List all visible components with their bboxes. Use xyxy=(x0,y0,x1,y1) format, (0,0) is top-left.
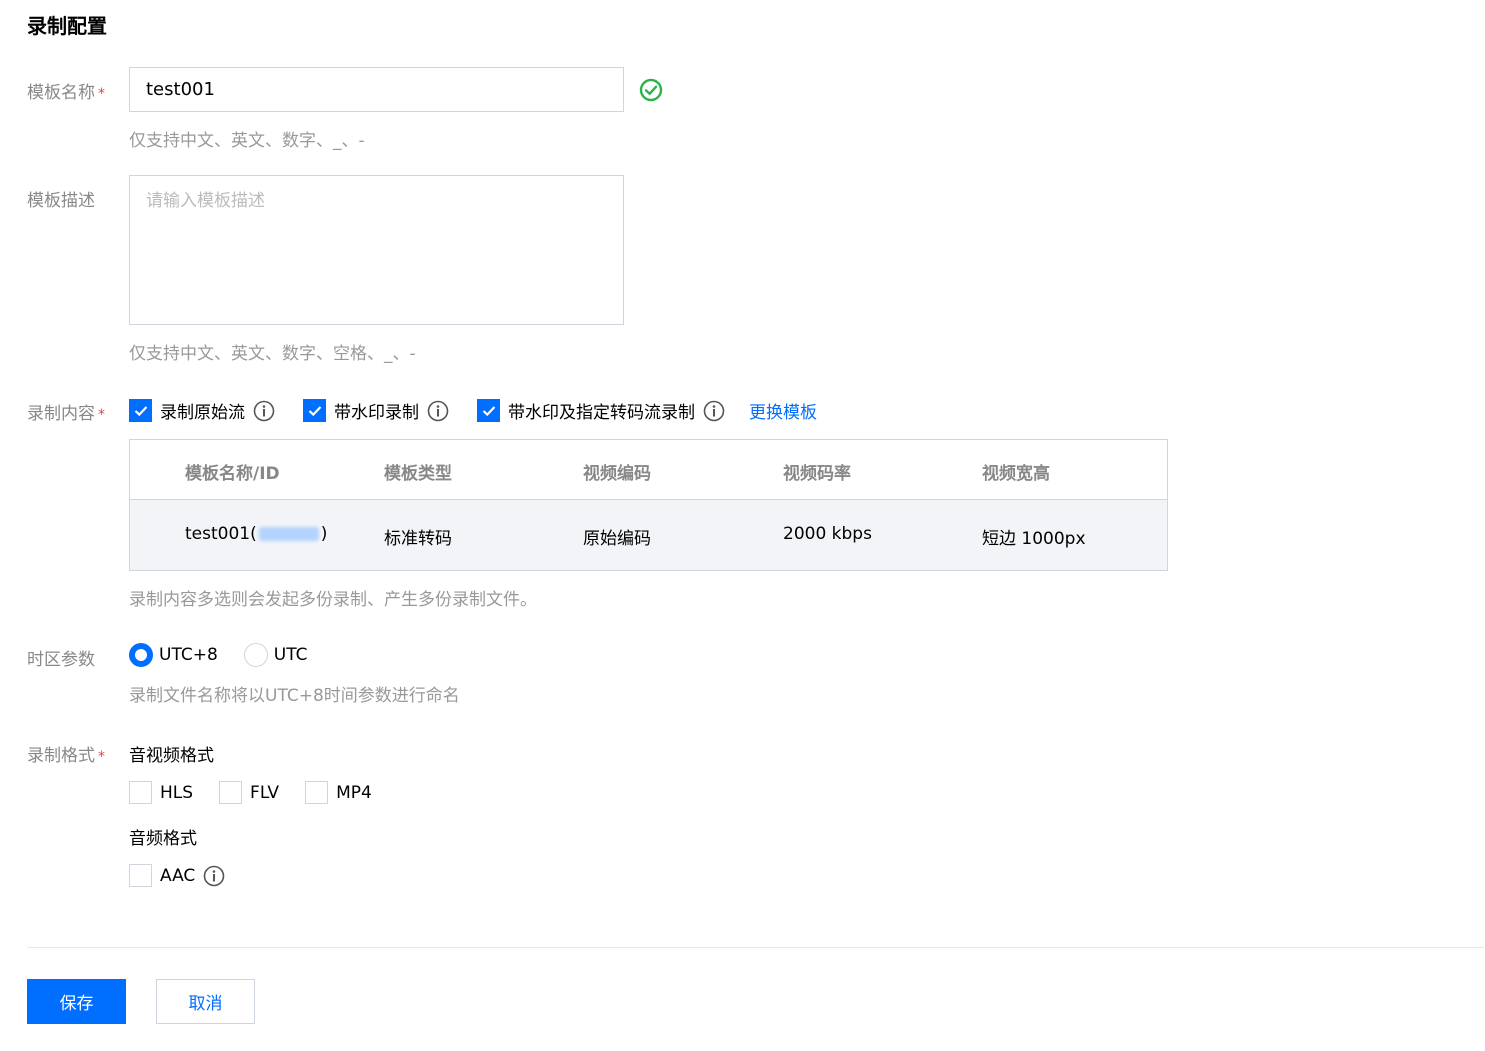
template-name-label: 模板名称 * xyxy=(27,83,105,103)
save-button[interactable]: 保存 xyxy=(27,979,126,1024)
checkbox-watermark-transcode[interactable]: 带水印及指定转码流录制 xyxy=(477,398,725,423)
required-mark: * xyxy=(98,407,105,423)
checkbox-checked-icon xyxy=(303,399,326,422)
checkbox-mp4[interactable]: MP4 xyxy=(305,781,372,804)
table-header-cell: 模板名称/ID xyxy=(185,464,280,484)
checkbox-unchecked-icon xyxy=(219,781,243,804)
radio-label: UTC+8 xyxy=(159,645,218,665)
table-cell: 2000 kbps xyxy=(783,524,872,544)
timezone-options: UTC+8 UTC xyxy=(129,643,333,667)
table-header-cell: 模板类型 xyxy=(384,464,452,484)
cancel-button[interactable]: 取消 xyxy=(156,979,255,1024)
table-header-cell: 视频编码 xyxy=(583,464,651,484)
checkbox-unchecked-icon xyxy=(129,781,152,804)
template-table: 模板名称/ID 模板类型 视频编码 视频码率 视频宽高 test001() 标准… xyxy=(129,439,1168,571)
audio-format-title: 音频格式 xyxy=(129,829,197,849)
av-format-options: HLS FLV MP4 xyxy=(129,781,400,804)
checkbox-flv[interactable]: FLV xyxy=(219,781,279,804)
checkbox-label: 带水印及指定转码流录制 xyxy=(508,403,695,423)
timezone-label: 时区参数 xyxy=(27,650,95,670)
template-name-input[interactable] xyxy=(129,67,624,112)
checkbox-aac[interactable]: AAC xyxy=(129,864,225,887)
checkbox-raw-stream[interactable]: 录制原始流 xyxy=(129,398,275,423)
record-content-label: 录制内容 * xyxy=(27,404,105,424)
table-cell: 原始编码 xyxy=(583,529,651,549)
radio-utc[interactable]: UTC xyxy=(243,643,308,667)
timezone-hint: 录制文件名称将以UTC+8时间参数进行命名 xyxy=(129,686,460,706)
radio-utc8[interactable]: UTC+8 xyxy=(129,643,218,667)
info-icon[interactable] xyxy=(427,400,449,422)
record-content-options: 录制原始流 带水印录制 带水印及指定转码流录制 更换模板 xyxy=(129,398,817,423)
table-cell: 短边 1000px xyxy=(982,529,1086,549)
checkbox-hls[interactable]: HLS xyxy=(129,781,193,804)
footer-divider xyxy=(27,947,1485,948)
checkbox-watermark[interactable]: 带水印录制 xyxy=(303,398,449,423)
checkbox-unchecked-icon xyxy=(129,864,152,887)
checkbox-label: MP4 xyxy=(336,782,372,803)
required-mark: * xyxy=(98,749,105,765)
page-title: 录制配置 xyxy=(27,14,107,38)
table-cell: 标准转码 xyxy=(384,529,452,549)
info-icon[interactable] xyxy=(253,400,275,422)
checkbox-checked-icon xyxy=(477,399,500,422)
checkbox-checked-icon xyxy=(129,399,152,422)
info-icon[interactable] xyxy=(203,865,225,887)
template-desc-label: 模板描述 xyxy=(27,191,95,211)
av-format-title: 音视频格式 xyxy=(129,746,214,766)
template-desc-textarea[interactable] xyxy=(129,175,624,325)
check-circle-icon xyxy=(639,78,663,102)
required-mark: * xyxy=(98,86,105,102)
checkbox-label: 录制原始流 xyxy=(160,403,245,423)
template-id-link[interactable]: test001() xyxy=(185,524,327,544)
checkbox-label: 带水印录制 xyxy=(334,403,419,423)
radio-label: UTC xyxy=(273,645,308,665)
change-template-link[interactable]: 更换模板 xyxy=(749,398,817,423)
table-header-cell: 视频码率 xyxy=(783,464,851,484)
checkbox-label: FLV xyxy=(250,782,280,803)
table-header-cell: 视频宽高 xyxy=(982,464,1050,484)
radio-checked-icon xyxy=(129,643,153,667)
record-format-label: 录制格式 * xyxy=(27,746,105,766)
info-icon[interactable] xyxy=(703,400,725,422)
redacted-id xyxy=(258,527,319,541)
checkbox-unchecked-icon xyxy=(305,781,329,804)
audio-format-options: AAC xyxy=(129,864,253,887)
checkbox-label: AAC xyxy=(160,865,196,886)
record-content-hint: 录制内容多选则会发起多份录制、产生多份录制文件。 xyxy=(129,590,537,610)
template-name-hint: 仅支持中文、英文、数字、_、- xyxy=(129,131,365,151)
radio-unchecked-icon xyxy=(243,643,268,667)
checkbox-label: HLS xyxy=(160,782,194,803)
template-desc-hint: 仅支持中文、英文、数字、空格、_、- xyxy=(129,344,416,364)
